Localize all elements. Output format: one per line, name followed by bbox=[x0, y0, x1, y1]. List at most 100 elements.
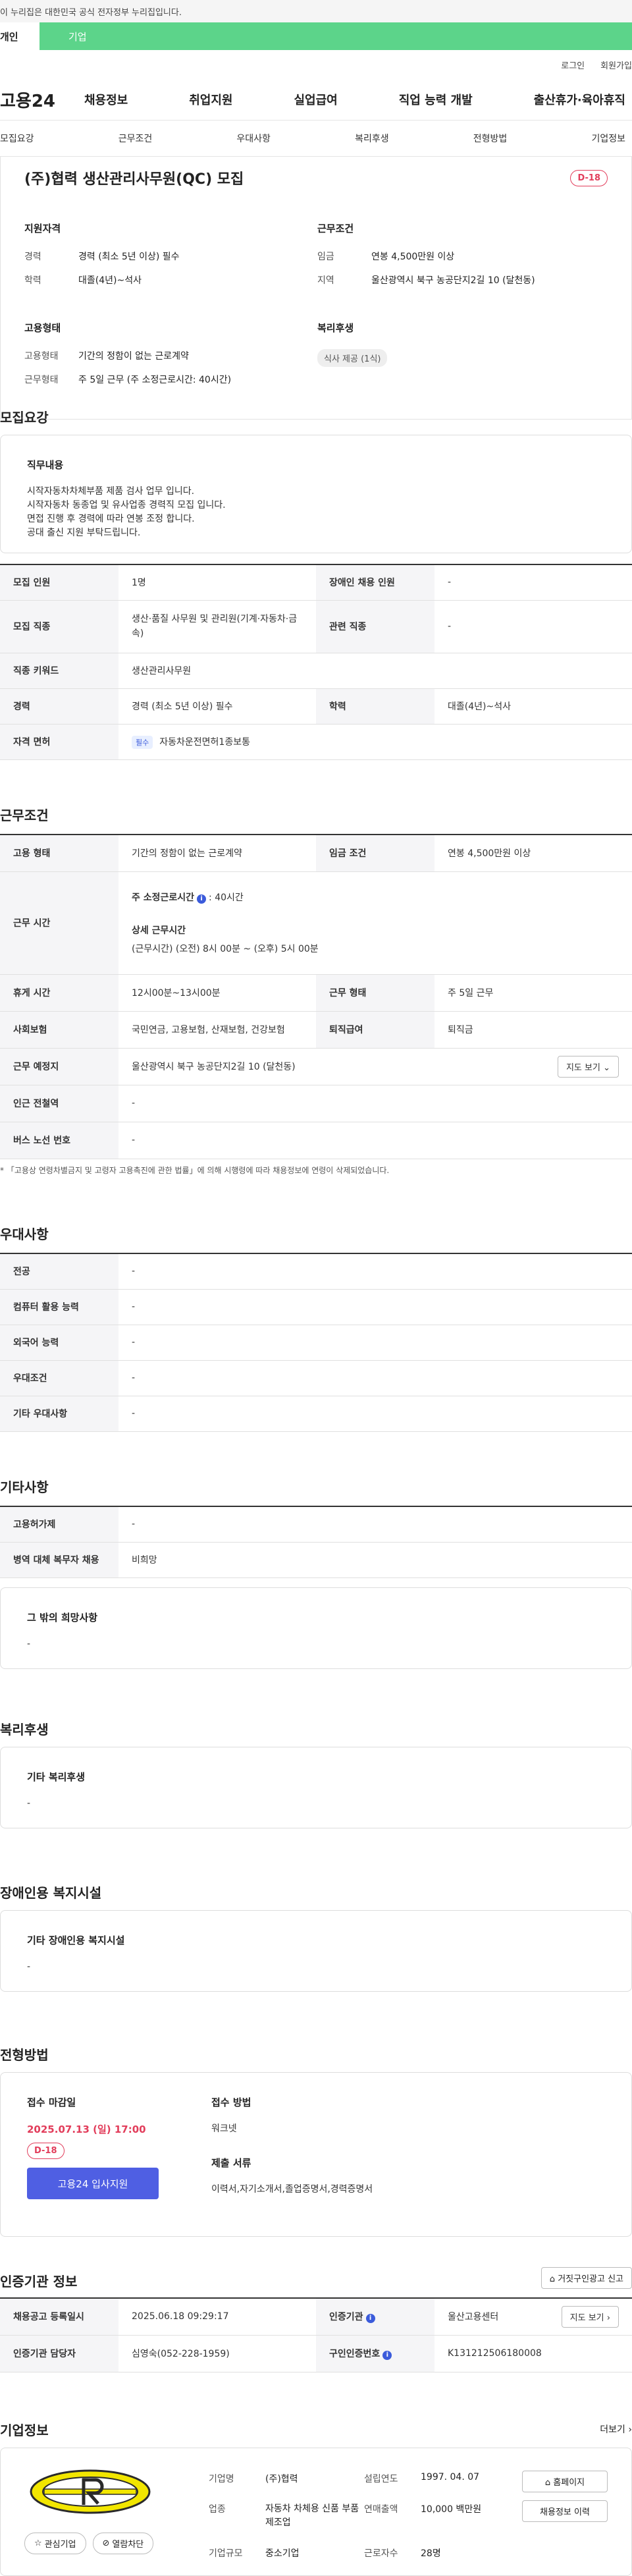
license-value: 자동차운전면허1종보통 bbox=[159, 736, 250, 748]
method-label: 접수 방법 bbox=[211, 2096, 251, 2108]
dday-badge: D-18 bbox=[570, 169, 608, 186]
map-button[interactable]: 지도 보기 ⌄ bbox=[557, 1055, 619, 1078]
company-value: 중소기업 bbox=[265, 2548, 300, 2560]
table-value: - bbox=[434, 600, 632, 653]
gnb-item-parental-leave[interactable]: 출산휴가·육아휴직 bbox=[534, 91, 625, 108]
table-value: 주 5일 근무 bbox=[434, 974, 632, 1012]
info-icon[interactable]: i bbox=[197, 894, 207, 904]
hours-cell: 주 소정근로시간 i: 40시간 상세 근무시간 (근무시간) (오전) 8시 0… bbox=[118, 871, 632, 975]
table-label: 인근 전철역 bbox=[0, 1085, 118, 1122]
table-value: 국민연금, 고용보험, 산재보험, 건강보험 bbox=[118, 1011, 316, 1049]
table-row: 휴게 시간 12시00분~13시00분 근무 형태 주 5일 근무 bbox=[0, 974, 632, 1012]
table-label: 병역 대체 복무자 채용 bbox=[0, 1542, 118, 1578]
summary-value: 울산광역시 북구 농공단지2길 10 (달천동) bbox=[371, 275, 535, 286]
table-value: 생산관리사무원 bbox=[118, 653, 632, 689]
signup-link[interactable]: 회원가입 bbox=[600, 59, 632, 71]
table-label: 학력 bbox=[316, 688, 434, 725]
homepage-button[interactable]: ⌂ 홈페이지 bbox=[522, 2471, 608, 2492]
welfare-box-title: 기타 복리후생 bbox=[27, 1771, 86, 1783]
table-row: 인증기관 담당자 심영숙(052-228-1959) 구인인증번호 i K1312… bbox=[0, 2335, 632, 2372]
gnb-menu: 채용정보 취업지원 실업급여 직업 능력 개발 출산휴가·육아휴직 bbox=[84, 91, 632, 108]
global-nav: 고용24 채용정보 취업지원 실업급여 직업 능력 개발 출산휴가·육아휴직 bbox=[0, 79, 632, 120]
subnav-company[interactable]: 기업정보 bbox=[591, 132, 625, 145]
section-title-selection: 전형방법 bbox=[0, 2047, 49, 2063]
table-label: 모집 직종 bbox=[0, 600, 118, 653]
table-row: 고용 형태 기간의 정함이 없는 근로계약 임금 조건 연봉 4,500만원 이… bbox=[0, 835, 632, 872]
table-value: 2025.06.18 09:29:17 bbox=[118, 2298, 316, 2336]
table-label: 기타 우대사항 bbox=[0, 1396, 118, 1432]
apply-button[interactable]: 고용24 입사지원 bbox=[27, 2168, 159, 2199]
section-title-disabled: 장애인용 복지시설 bbox=[0, 1885, 102, 1901]
section-subnav: 모집요강 근무조건 우대사항 복리후생 전형방법 기업정보 bbox=[0, 120, 632, 157]
table-label: 자격 면허 bbox=[0, 724, 118, 760]
summary-welfare-title: 복리후생 bbox=[317, 322, 354, 334]
table-value: - bbox=[118, 1253, 632, 1290]
table-label: 퇴직급여 bbox=[316, 1011, 434, 1049]
table-label: 우대조건 bbox=[0, 1360, 118, 1396]
company-value: 자동차 차체용 신품 부품 제조업 bbox=[265, 2503, 359, 2528]
table-value: - bbox=[118, 1325, 632, 1361]
subnav-recruit[interactable]: 모집요강 bbox=[0, 132, 34, 145]
company-actions: ☆ 관심기업 ⊘ 열람차단 bbox=[24, 2533, 209, 2554]
disabled-box: 기타 장애인용 복지시설 - bbox=[0, 1910, 632, 1992]
company-more-link[interactable]: 더보기 › bbox=[600, 2423, 632, 2436]
gnb-item-jobs[interactable]: 채용정보 bbox=[84, 91, 128, 108]
table-value: 비희망 bbox=[118, 1542, 632, 1578]
summary-label: 고용형태 bbox=[24, 351, 59, 362]
gnb-item-unemployment[interactable]: 실업급여 bbox=[294, 91, 338, 108]
fav-company-button[interactable]: ☆ 관심기업 bbox=[24, 2533, 86, 2554]
company-label: 근로자수 bbox=[364, 2548, 398, 2560]
deadline-dday: D-18 bbox=[27, 2143, 65, 2159]
docs-value: 이력서,자기소개서,졸업증명서,경력증명서 bbox=[211, 2184, 373, 2195]
required-chip: 필수 bbox=[132, 735, 153, 749]
info-icon[interactable]: i bbox=[382, 2351, 392, 2360]
subnav-selection[interactable]: 전형방법 bbox=[473, 132, 508, 145]
table-label: 휴게 시간 bbox=[0, 974, 118, 1012]
table-label: 외국어 능력 bbox=[0, 1325, 118, 1361]
company-logo-icon bbox=[30, 2469, 151, 2514]
table-value: K131212506180008 bbox=[434, 2335, 632, 2372]
summary-value: 대졸(4년)~석사 bbox=[78, 275, 142, 286]
tab-corporate[interactable]: 기업 bbox=[40, 22, 632, 50]
company-value: 1997. 04. 07 bbox=[421, 2472, 480, 2482]
login-link[interactable]: 로그인 bbox=[561, 59, 585, 71]
subnav-work-cond[interactable]: 근무조건 bbox=[118, 132, 153, 145]
table-label: 고용허가제 bbox=[0, 1506, 118, 1543]
deadline-label: 접수 마감일 bbox=[27, 2096, 76, 2108]
company-label: 기업규모 bbox=[209, 2548, 243, 2560]
section-title-etc: 기타사항 bbox=[0, 1479, 49, 1495]
table-label: 임금 조건 bbox=[316, 835, 434, 872]
summary-work: 근무조건 임금 연봉 4,500만원 이상 지역 울산광역시 북구 농공단지2길 1… bbox=[317, 221, 608, 297]
cert-map-button[interactable]: 지도 보기 › bbox=[561, 2305, 619, 2328]
history-button[interactable]: 채용정보 이력 bbox=[522, 2500, 608, 2522]
table-label: 장애인 채용 인원 bbox=[316, 564, 434, 601]
gnb-item-employment-support[interactable]: 취업지원 bbox=[189, 91, 232, 108]
site-logo[interactable]: 고용24 bbox=[0, 88, 84, 112]
age-notice: * 「고용상 연령차별금지 및 고령자 고용촉진에 관한 법률」에 의해 시행령… bbox=[0, 1166, 390, 1175]
subnav-pref[interactable]: 우대사항 bbox=[236, 132, 271, 145]
gnb-item-skills[interactable]: 직업 능력 개발 bbox=[399, 91, 473, 108]
chevron-right-icon: › bbox=[606, 2313, 610, 2323]
summary-work-title: 근무조건 bbox=[317, 223, 354, 234]
block-company-button[interactable]: ⊘ 열람차단 bbox=[92, 2533, 154, 2554]
cert-map-button-label: 지도 보기 bbox=[569, 2313, 604, 2323]
table-row: 경력 경력 (최소 5년 이상) 필수 학력 대졸(4년)~석사 bbox=[0, 688, 632, 725]
etc-box-title: 그 밖의 희망사항 bbox=[27, 1612, 98, 1624]
subnav-welfare[interactable]: 복리후생 bbox=[355, 132, 389, 145]
summary-emp: 고용형태 고용형태 기간의 정함이 없는 근로계약 근무형태 주 5일 근무 (주 … bbox=[24, 321, 317, 397]
tab-individual[interactable]: 개인 bbox=[0, 22, 40, 50]
homepage-label: 홈페이지 bbox=[553, 2478, 585, 2488]
chevron-down-icon: ⌄ bbox=[603, 1062, 610, 1073]
table-row: 외국어 능력 - bbox=[0, 1325, 632, 1361]
table-row: 기타 우대사항 - bbox=[0, 1396, 632, 1432]
info-icon[interactable]: i bbox=[365, 2314, 375, 2324]
method-col: 접수 방법 워크넷 제출 서류 이력서,자기소개서,졸업증명서,경력증명서 bbox=[211, 2095, 605, 2214]
table-label: 모집 인원 bbox=[0, 564, 118, 601]
location-value: 울산광역시 북구 농공단지2길 10 (달천동) bbox=[132, 1062, 296, 1072]
report-button[interactable]: ⌂ 거짓구인광고 신고 bbox=[540, 2267, 632, 2289]
company-value: (주)협력 bbox=[265, 2474, 298, 2484]
hours-weekly-value: : 40시간 bbox=[209, 892, 244, 903]
pref-table: 전공 - 컴퓨터 활용 능력 - 외국어 능력 - 우대조건 - 기타 우대사항 - bbox=[0, 1253, 632, 1432]
table-row: 컴퓨터 활용 능력 - bbox=[0, 1289, 632, 1325]
summary-label: 지역 bbox=[317, 275, 334, 286]
